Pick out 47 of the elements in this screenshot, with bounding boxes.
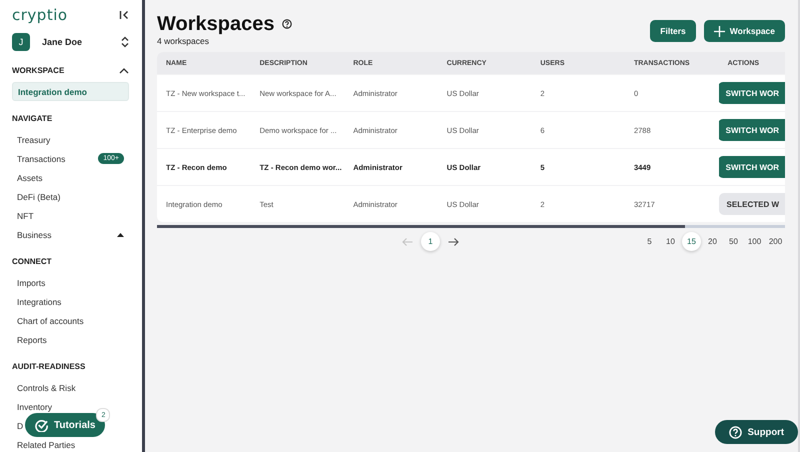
section-title: CONNECT: [12, 257, 52, 266]
next-arrow-icon[interactable]: [448, 238, 459, 246]
nav-item[interactable]: Business: [12, 225, 129, 244]
nav-item[interactable]: Treasury: [12, 130, 56, 149]
chevron-up-icon[interactable]: [119, 68, 129, 74]
caret-icon[interactable]: [117, 232, 124, 236]
nav-item[interactable]: Reports: [12, 330, 52, 349]
check-circle-icon: [35, 418, 48, 432]
plus-icon: [714, 26, 725, 36]
filters-button[interactable]: Filters: [650, 20, 696, 42]
page-size-option[interactable]: 5: [640, 232, 659, 251]
nav-item[interactable]: Assets: [12, 168, 48, 187]
switch-workspace-button[interactable]: SWITCH WOR: [718, 119, 785, 141]
support-button[interactable]: Support: [714, 420, 798, 444]
collapse-icon[interactable]: [119, 10, 129, 20]
page-button[interactable]: 1: [421, 232, 440, 251]
nav-item[interactable]: Controls & Risk: [12, 378, 81, 397]
nav-item[interactable]: Chart of accounts: [12, 311, 89, 330]
page-title: Workspaces: [157, 12, 274, 36]
page-size-option[interactable]: 20: [703, 232, 722, 251]
nav-item[interactable]: Integrations: [12, 292, 66, 311]
switch-workspace-button[interactable]: SWITCH WOR: [718, 82, 785, 104]
nav-item[interactable]: Imports: [12, 273, 50, 292]
section-title: AUDIT-READINESS: [12, 362, 86, 371]
nav-item[interactable]: Integration demo: [12, 82, 129, 101]
page-size-option[interactable]: 50: [724, 232, 743, 251]
page-size-option[interactable]: 200: [766, 232, 785, 251]
chevron-up-down-icon[interactable]: [121, 36, 129, 48]
avatar: J: [12, 33, 30, 51]
help-icon: [728, 426, 742, 438]
section-title: NAVIGATE: [12, 114, 52, 123]
nav-item[interactable]: Inventory: [12, 397, 57, 416]
nav-item[interactable]: NFT: [12, 206, 39, 225]
nav-item[interactable]: DeFi (Beta): [12, 187, 66, 206]
page-size-option[interactable]: 100: [745, 232, 764, 251]
page-size-option[interactable]: 10: [661, 232, 680, 251]
selected-workspace-button[interactable]: SELECTED W: [718, 193, 785, 215]
switch-workspace-button[interactable]: SWITCH WOR: [718, 156, 785, 178]
help-icon[interactable]: [282, 19, 292, 29]
logo: cryptio: [12, 6, 68, 24]
nav-item[interactable]: Related Parties: [12, 435, 80, 452]
add-workspace-button[interactable]: Workspace: [704, 20, 785, 42]
scrollbar[interactable]: [157, 225, 685, 228]
user-name[interactable]: Jane Doe: [42, 37, 121, 47]
workspace-count: 4 workspaces: [157, 36, 210, 46]
page-size-option[interactable]: 15: [682, 232, 701, 251]
section-title: WORKSPACE: [12, 66, 64, 75]
